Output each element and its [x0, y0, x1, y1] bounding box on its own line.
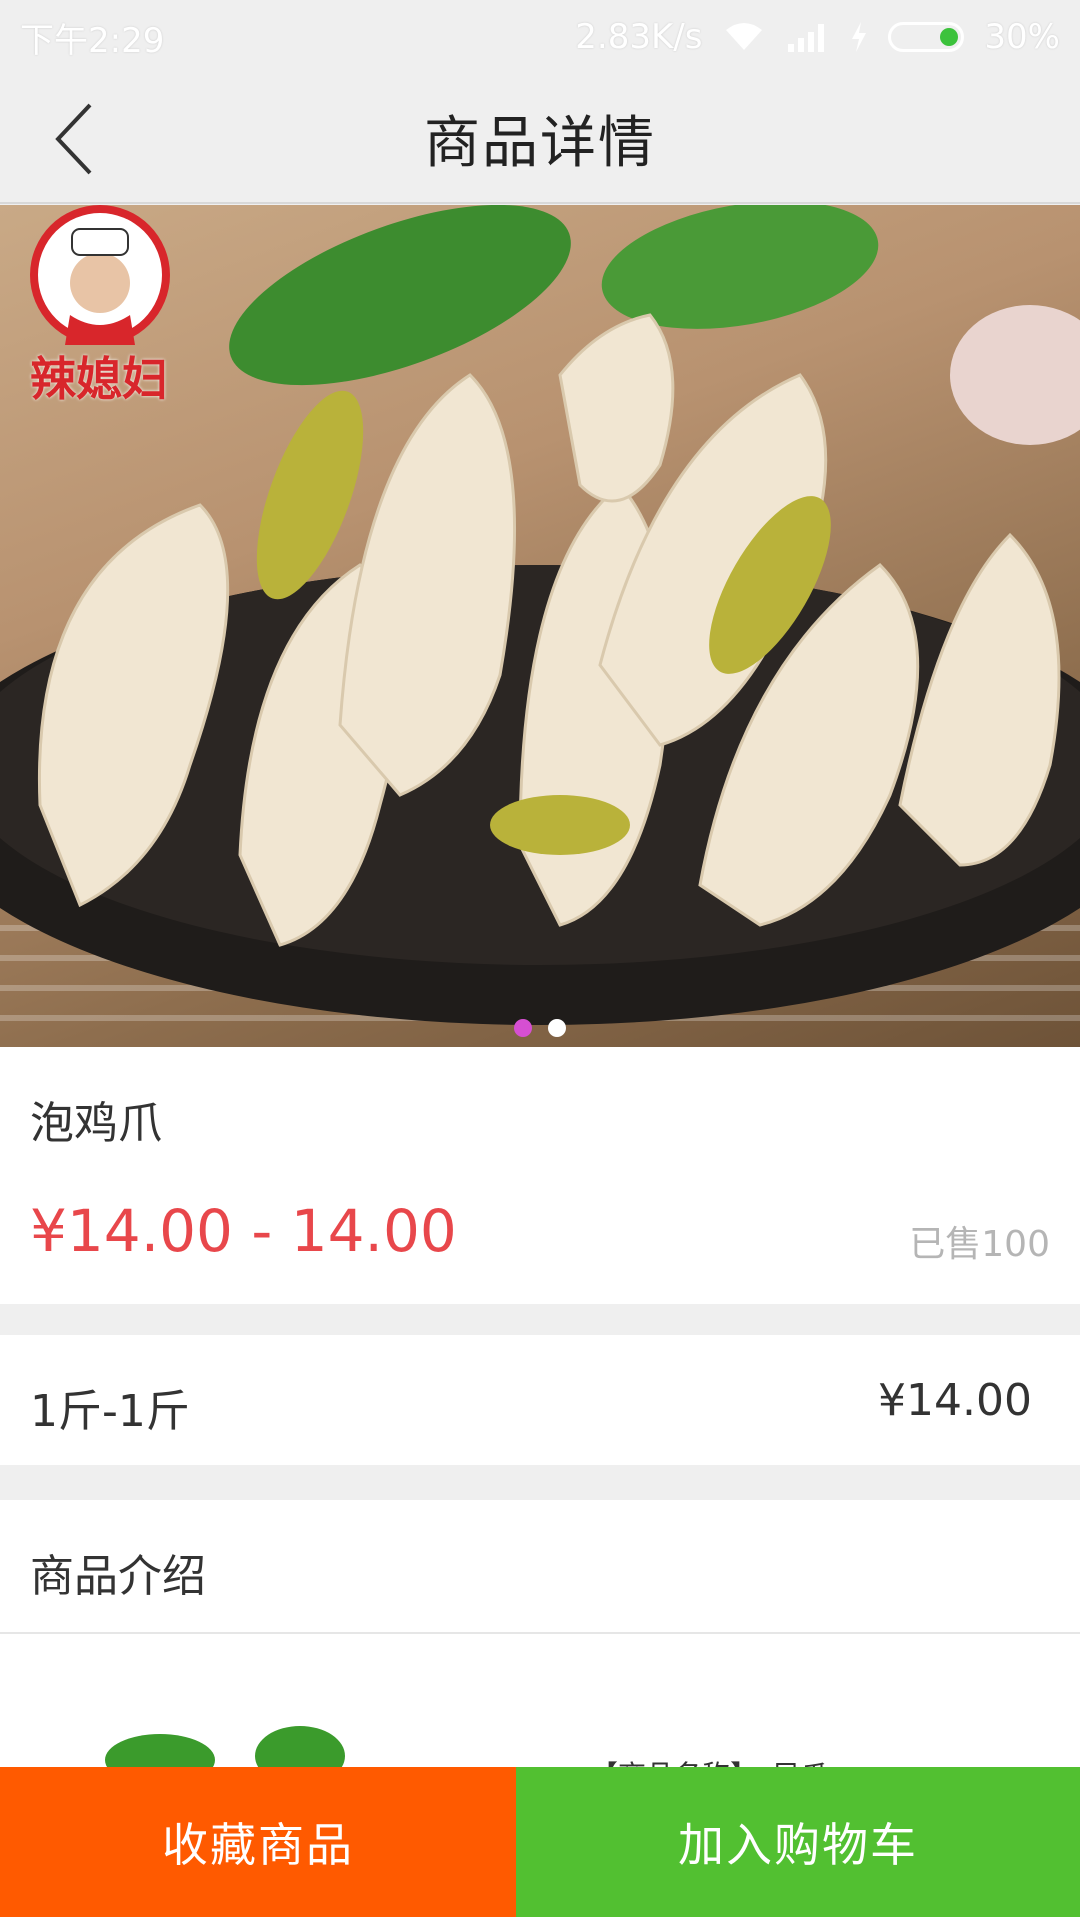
- add-to-cart-button[interactable]: 加入购物车: [516, 1767, 1080, 1917]
- divider: [0, 1632, 1080, 1634]
- price-range: ¥14.00 - 14.00: [30, 1197, 457, 1265]
- spec-label: 1斤-1斤: [30, 1386, 190, 1437]
- product-name: 泡鸡爪: [30, 1098, 162, 1149]
- status-bar: 下午2:29 2.83K/s 30%: [0, 0, 1080, 74]
- spec-price: ¥14.00: [878, 1375, 1032, 1426]
- back-button[interactable]: [30, 94, 120, 184]
- page-title: 商品详情: [424, 110, 656, 176]
- leaf-image: [105, 1726, 345, 1770]
- charging-icon: [852, 22, 867, 52]
- carousel-dot-1[interactable]: [514, 1019, 532, 1037]
- battery-level: 30%: [984, 17, 1060, 57]
- intro-title: 商品介绍: [30, 1551, 206, 1602]
- status-indicators: 2.83K/s 30%: [575, 17, 1060, 57]
- favorite-button[interactable]: 收藏商品: [0, 1767, 516, 1917]
- carousel-indicator: [0, 1019, 1080, 1037]
- battery-icon: [888, 22, 965, 52]
- carousel-dot-2[interactable]: [548, 1019, 566, 1037]
- back-chevron-icon: [55, 103, 92, 175]
- product-info: 泡鸡爪 ¥14.00 - 14.00 已售100: [0, 1047, 1080, 1304]
- network-speed: 2.83K/s: [575, 17, 703, 57]
- status-time: 下午2:29: [20, 20, 165, 61]
- bottom-action-bar: 收藏商品 加入购物车: [0, 1767, 1080, 1917]
- wifi-icon: [726, 23, 763, 50]
- header-bar: 商品详情: [0, 74, 1080, 204]
- brand-name: 辣媳妇: [30, 352, 168, 406]
- sold-count: 已售100: [909, 1224, 1050, 1265]
- spec-option[interactable]: 1斤-1斤 ¥14.00: [0, 1335, 1080, 1465]
- product-image-carousel[interactable]: 辣媳妇: [0, 205, 1080, 1047]
- signal-icon: [788, 24, 825, 52]
